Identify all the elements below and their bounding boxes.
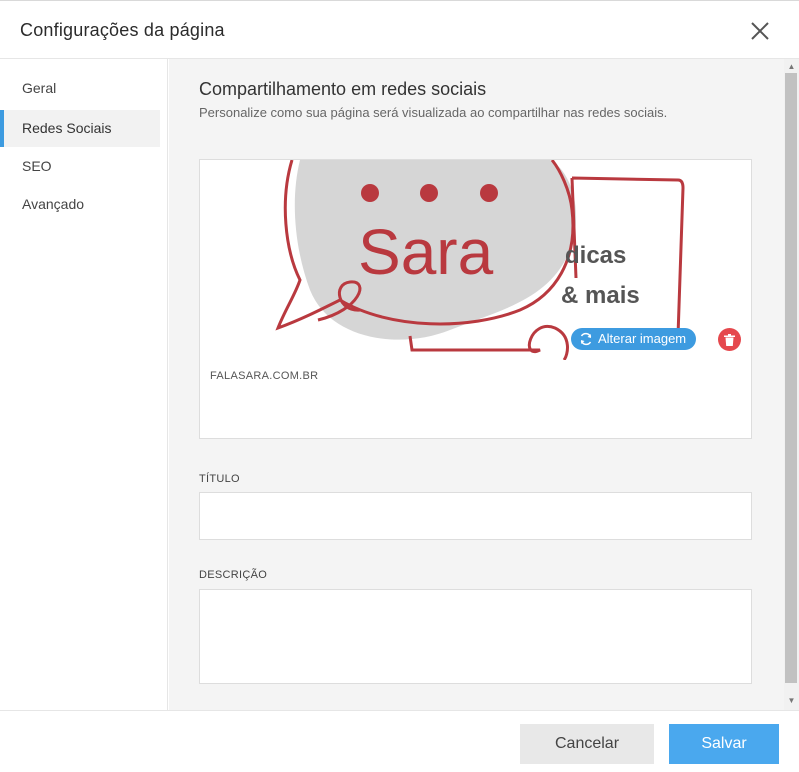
sidebar-item-geral[interactable]: Geral [0, 70, 160, 107]
scroll-down-arrow-icon[interactable]: ▼ [784, 695, 799, 707]
settings-content: Compartilhamento em redes sociais Person… [169, 59, 784, 710]
trash-icon [724, 333, 735, 346]
preview-domain: FALASARA.COM.BR [210, 370, 319, 382]
description-field-label: DESCRIÇÃO [199, 569, 268, 581]
sidebar-item-seo[interactable]: SEO [0, 148, 160, 185]
save-button[interactable]: Salvar [669, 724, 779, 764]
delete-image-button[interactable] [718, 328, 741, 351]
close-icon [751, 22, 769, 40]
modal-header: Configurações da página [0, 1, 799, 59]
sidebar-item-avancado[interactable]: Avançado [0, 186, 160, 223]
preview-tagline-line1: dicas [565, 242, 626, 269]
description-textarea[interactable] [199, 589, 752, 684]
modal-title: Configurações da página [20, 20, 225, 40]
refresh-icon [580, 332, 592, 346]
cancel-button[interactable]: Cancelar [520, 724, 654, 764]
sidebar-item-redes-sociais[interactable]: Redes Sociais [0, 110, 160, 147]
close-button[interactable] [748, 19, 772, 43]
section-title: Compartilhamento em redes sociais [199, 79, 487, 99]
alter-image-button[interactable]: Alterar imagem [571, 328, 697, 350]
preview-brand-text: Sara [358, 216, 494, 288]
content-scrollbar[interactable]: ▲ ▼ [784, 59, 799, 710]
preview-tagline-line2: & mais [561, 282, 640, 309]
page-settings-modal: Configurações da página Geral Redes Soci… [0, 0, 799, 772]
scroll-thumb[interactable] [785, 73, 797, 683]
title-field-label: TÍTULO [199, 473, 240, 485]
settings-sidebar: Geral Redes Sociais SEO Avançado [0, 59, 168, 710]
title-input[interactable] [199, 492, 752, 540]
modal-footer: Cancelar Salvar [0, 710, 799, 772]
social-preview-card: Sara dicas & mais Alterar imagem FALASAR… [199, 159, 752, 439]
section-description: Personalize como sua página será visuali… [199, 105, 668, 120]
alter-image-label: Alterar imagem [598, 331, 687, 346]
scroll-up-arrow-icon[interactable]: ▲ [784, 61, 799, 73]
